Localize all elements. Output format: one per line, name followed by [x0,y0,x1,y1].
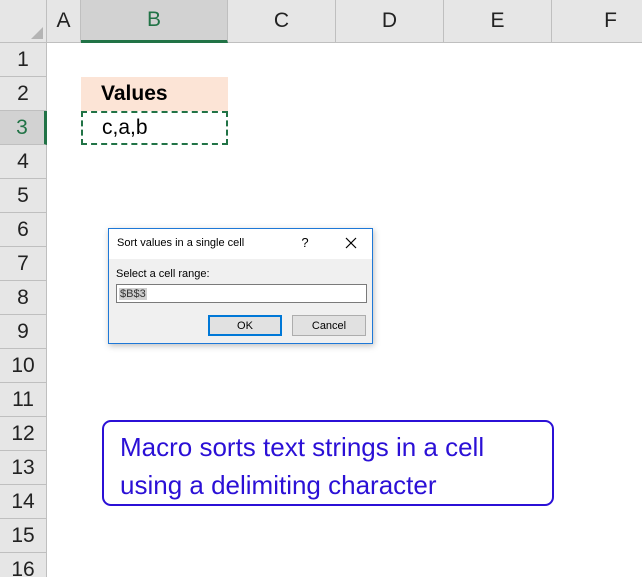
annotation-line-1: Macro sorts text strings in a cell [120,432,485,462]
cell-range-value: $B$3 [119,287,147,300]
cell-b3-selected[interactable]: c,a,b [81,111,228,145]
column-header-e[interactable]: E [444,0,552,43]
row-header-6[interactable]: 6 [0,213,47,247]
row-header-14[interactable]: 14 [0,485,47,519]
annotation-callout: Macro sorts text strings in a cell using… [102,420,554,506]
row-header-9[interactable]: 9 [0,315,47,349]
dialog-title: Sort values in a single cell [117,237,245,249]
row-header-4[interactable]: 4 [0,145,47,179]
row-header-12[interactable]: 12 [0,417,47,451]
row-header-11[interactable]: 11 [0,383,47,417]
row-header-10[interactable]: 10 [0,349,47,383]
annotation-line-2: using a delimiting character [120,470,437,500]
row-header-2[interactable]: 2 [0,77,47,111]
cell-b2-values-header[interactable]: Values [81,77,228,111]
column-header-b[interactable]: B [81,0,228,43]
cell-range-input[interactable]: $B$3 [116,284,367,303]
help-button[interactable]: ? [297,233,313,253]
row-header-13[interactable]: 13 [0,451,47,485]
close-icon[interactable] [341,233,361,253]
row-header-15[interactable]: 15 [0,519,47,553]
select-all-corner[interactable] [0,0,47,43]
cancel-button[interactable]: Cancel [292,315,366,336]
row-header-8[interactable]: 8 [0,281,47,315]
dialog-titlebar[interactable]: Sort values in a single cell ? [109,229,372,259]
sort-values-dialog: Sort values in a single cell ? Select a … [108,228,373,344]
column-header-d[interactable]: D [336,0,444,43]
row-header-7[interactable]: 7 [0,247,47,281]
column-header-c[interactable]: C [228,0,336,43]
row-header-5[interactable]: 5 [0,179,47,213]
row-header-3[interactable]: 3 [0,111,47,145]
row-header-1[interactable]: 1 [0,43,47,77]
select-all-triangle-icon [31,27,43,39]
ok-button[interactable]: OK [208,315,282,336]
column-header-a[interactable]: A [47,0,81,43]
column-header-f[interactable]: F [552,0,642,43]
cell-range-label: Select a cell range: [116,268,210,280]
row-header-16[interactable]: 16 [0,553,47,577]
dialog-body: Select a cell range: $B$3 OK Cancel [109,259,372,343]
